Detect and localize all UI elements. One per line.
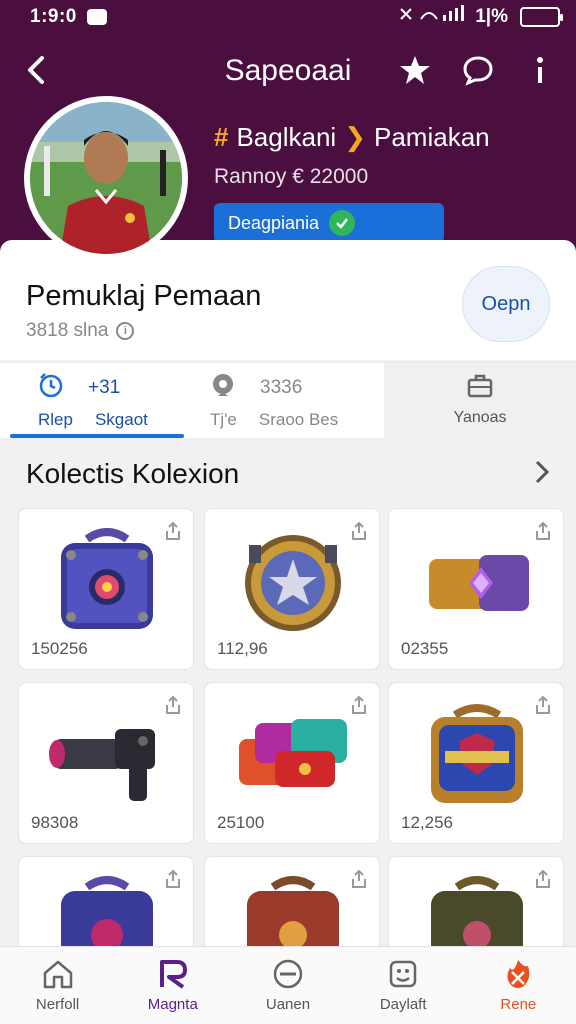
share-icon[interactable] bbox=[349, 521, 369, 541]
signal-icon bbox=[399, 5, 469, 29]
item-value: 112,96 bbox=[217, 639, 268, 658]
clock-icon bbox=[38, 372, 64, 404]
home-icon bbox=[41, 958, 75, 990]
star-icon[interactable] bbox=[398, 52, 434, 88]
tab-skills-label-right: Skgaot bbox=[94, 409, 148, 429]
avatar[interactable] bbox=[24, 96, 188, 260]
gem-icon bbox=[329, 210, 356, 236]
tab-items[interactable]: Yanoas bbox=[384, 363, 576, 438]
chat-icon[interactable] bbox=[460, 52, 496, 88]
open-button[interactable]: Oepn bbox=[462, 266, 550, 342]
collection-item[interactable]: 98308 bbox=[18, 682, 194, 844]
player-subtitle: 3818 slnа i bbox=[26, 320, 135, 342]
tab-skills-count: +31 bbox=[88, 376, 121, 398]
minus-circle-icon bbox=[271, 958, 305, 990]
league-badge[interactable]: Deagpiania bbox=[214, 203, 444, 243]
collection-item[interactable]: 150256 bbox=[18, 508, 194, 670]
collection-item[interactable]: 12,256 bbox=[388, 682, 564, 844]
item-value: 02355 bbox=[401, 639, 449, 658]
team-line: # Baglkani ❯ Pamiakan bbox=[214, 122, 490, 153]
nav-home-label: Nerfoll bbox=[35, 996, 80, 1013]
tab-skills[interactable]: +31 Rlep Skgaot bbox=[0, 363, 190, 438]
tab-skills-label-left: Rlep bbox=[38, 409, 73, 429]
nav-uanen[interactable]: Uanen bbox=[230, 947, 345, 1024]
collection-item[interactable]: 112,96 bbox=[204, 508, 380, 670]
team-name: Baglkani bbox=[236, 122, 337, 152]
stats-tabs: +31 Rlep Skgaot 3336 Tj'e Sraoo Bes Yano… bbox=[0, 362, 576, 438]
league-label: Deagpiania bbox=[228, 212, 320, 233]
nav-magnet-label: Magnta bbox=[147, 996, 198, 1013]
info-icon[interactable]: i bbox=[116, 322, 135, 340]
tab-score-label-left: Tj'e bbox=[210, 409, 237, 429]
tab-skills-labels: Rlep Skgaot bbox=[38, 410, 190, 430]
status-time: 1:9:0 bbox=[30, 6, 77, 27]
bottom-nav: Nerfoll Magnta Uanen Daylaft Rene bbox=[0, 946, 576, 1024]
share-icon[interactable] bbox=[163, 695, 183, 715]
ticket-icon bbox=[419, 525, 535, 635]
medal-icon bbox=[235, 525, 351, 635]
more-icon[interactable] bbox=[522, 52, 558, 88]
nav-home[interactable]: Nerfoll bbox=[0, 947, 115, 1024]
notification-icon bbox=[86, 9, 107, 25]
item-value: 12,256 bbox=[401, 813, 453, 832]
rank-value: Rannoy € 22000 bbox=[214, 165, 369, 188]
nav-daily-label: Daylaft bbox=[379, 996, 427, 1013]
player-name: Pemuklaj Pemaan bbox=[26, 280, 262, 312]
tab-score-labels: Tj'e Sraoo Bes bbox=[210, 410, 384, 430]
battery-text: 1|% bbox=[475, 6, 508, 27]
badge-icon bbox=[210, 372, 236, 404]
player-role: Pamiakan bbox=[374, 122, 490, 152]
tab-items-label: Yanoas bbox=[453, 409, 507, 426]
share-icon[interactable] bbox=[533, 521, 553, 541]
status-right: 1|% bbox=[399, 5, 563, 29]
battery-icon bbox=[520, 7, 563, 27]
status-bar: 1:9:0 1|% bbox=[0, 0, 576, 34]
nav-uanen-label: Uanen bbox=[265, 996, 311, 1013]
share-icon[interactable] bbox=[349, 869, 369, 889]
share-icon[interactable] bbox=[349, 695, 369, 715]
team-hash-icon: # bbox=[214, 122, 229, 152]
collection-item[interactable]: 25100 bbox=[204, 682, 380, 844]
bags-icon bbox=[235, 699, 351, 809]
profile-info: # Baglkani ❯ Pamiakan Rannoy € 22000 Dea… bbox=[214, 122, 490, 243]
player-subtitle-text: 3818 slnа bbox=[26, 320, 109, 341]
item-value: 98308 bbox=[31, 813, 79, 832]
daily-icon bbox=[386, 958, 420, 990]
tab-score-label-right: Sraoo Bes bbox=[258, 409, 339, 429]
briefcase-icon bbox=[467, 374, 493, 403]
chevron-right-icon: ❯ bbox=[344, 122, 366, 152]
chevron-right-icon[interactable] bbox=[534, 459, 550, 490]
nav-actions bbox=[398, 52, 558, 88]
nav-magnet[interactable]: Magnta bbox=[115, 947, 230, 1024]
collection-title: Kolectis Kolexion bbox=[26, 458, 240, 489]
fire-icon bbox=[501, 958, 535, 990]
collection-header[interactable]: Kolectis Kolexion bbox=[26, 458, 550, 490]
share-icon[interactable] bbox=[533, 695, 553, 715]
share-icon[interactable] bbox=[163, 869, 183, 889]
tab-score-count: 3336 bbox=[260, 376, 303, 398]
tab-score-top: 3336 bbox=[210, 372, 384, 404]
shield-bag-icon bbox=[419, 699, 535, 809]
tab-skills-top: +31 bbox=[38, 372, 190, 404]
nav-daily[interactable]: Daylaft bbox=[346, 947, 461, 1024]
nav-rene[interactable]: Rene bbox=[461, 947, 576, 1024]
nav-rene-label: Rene bbox=[500, 996, 537, 1013]
item-value: 25100 bbox=[217, 813, 265, 832]
share-icon[interactable] bbox=[533, 869, 553, 889]
blaster-icon bbox=[49, 699, 165, 809]
tab-score[interactable]: 3336 Tj'e Sraoo Bes bbox=[190, 363, 384, 438]
collection-item[interactable]: 02355 bbox=[388, 508, 564, 670]
blue-case-icon bbox=[49, 525, 165, 635]
magnet-icon bbox=[156, 958, 190, 990]
profile-card: Pemuklaj Pemaan 3818 slnа i Oepn bbox=[0, 240, 576, 360]
tab-active-indicator bbox=[10, 434, 184, 438]
share-icon[interactable] bbox=[163, 521, 183, 541]
item-value: 150256 bbox=[31, 639, 88, 658]
top-navbar: Sapeoaai bbox=[0, 44, 576, 96]
